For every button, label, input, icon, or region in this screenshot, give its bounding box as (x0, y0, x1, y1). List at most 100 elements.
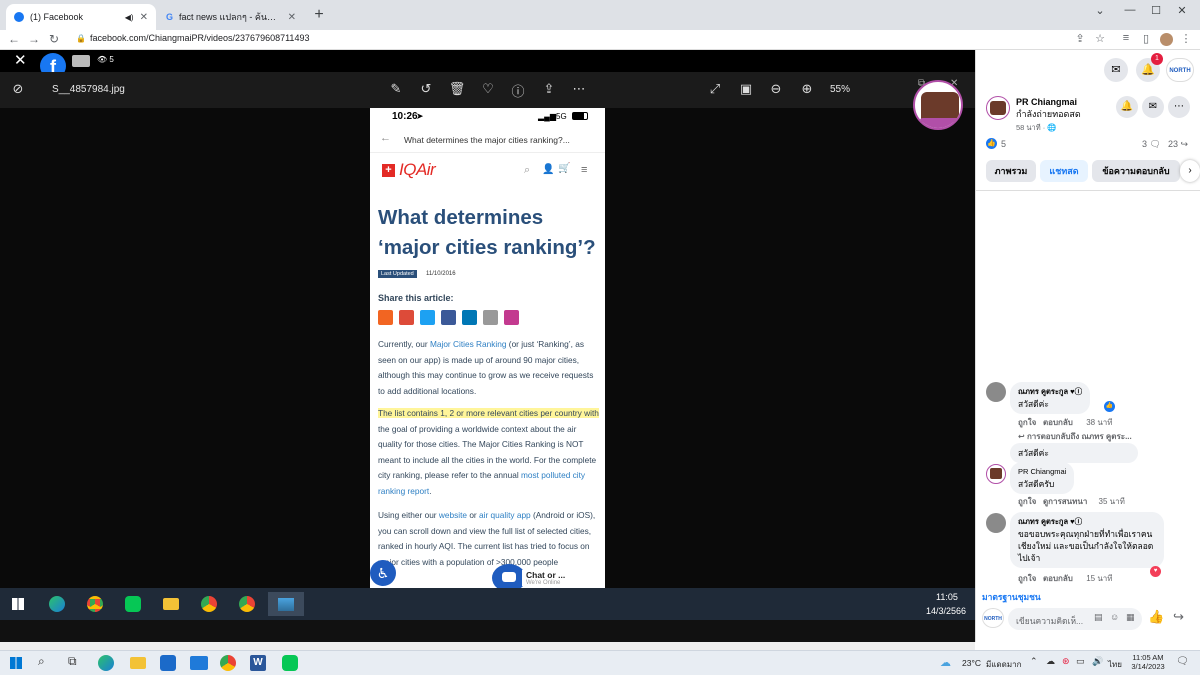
chrome-taskbar-icon[interactable] (220, 655, 236, 671)
emoji-icon[interactable]: ☺ (1110, 612, 1119, 622)
reply-arrow-icon: ↩ (1018, 432, 1025, 441)
reading-list-icon[interactable]: ≡ (1118, 32, 1134, 44)
new-tab-button[interactable]: + (310, 6, 328, 24)
article-paragraph-2: The list contains 1, 2 or more relevant … (378, 408, 599, 496)
close-tab-icon[interactable]: ✕ (140, 12, 148, 23)
network-icon[interactable]: ▭ (1076, 656, 1085, 667)
delete-icon[interactable]: 🗑 (447, 81, 467, 97)
commenter-avatar[interactable] (986, 513, 1006, 533)
messenger-icon[interactable]: ✉ (1104, 58, 1128, 82)
like-button-icon[interactable]: 👍 (1148, 609, 1164, 625)
line-app-icon (120, 592, 146, 616)
word-taskbar-icon[interactable]: W (250, 655, 266, 671)
volume-icon[interactable]: 🔊 (1092, 656, 1103, 667)
gallery-icon[interactable]: ⊘ (8, 81, 28, 97)
close-window-button[interactable]: ✕ (1172, 4, 1192, 17)
reaction-count[interactable]: 5 (1001, 139, 1006, 149)
bookmark-star-icon[interactable]: ☆ (1092, 32, 1108, 45)
share-page-icon[interactable]: ⇪ (1072, 32, 1088, 45)
speaker-icon[interactable]: ◀︎) (125, 13, 134, 22)
url-field[interactable]: 🔒 facebook.com/ChiangmaiPR/videos/2376796… (76, 33, 309, 43)
page-avatar[interactable] (986, 96, 1010, 120)
reload-icon[interactable]: ↻ (46, 32, 62, 46)
edge-taskbar-icon[interactable] (98, 655, 114, 671)
tab-overview[interactable]: ภาพรวม (986, 160, 1036, 182)
share-count[interactable]: 23 ↪ (1168, 139, 1188, 150)
zoom-in-icon[interactable]: ⊕ (797, 81, 817, 97)
commenter-name[interactable]: ณภทร คูตระกูล ♥︎ⓘ (1018, 386, 1082, 398)
comment-bubble: PR Chiangmai สวัสดีครับ (1010, 462, 1075, 494)
inner-taskbar (0, 588, 975, 620)
sidebar-icon[interactable]: ▯ (1138, 32, 1154, 45)
commenter-name[interactable]: PR Chiangmai (1018, 466, 1066, 478)
tab-live-chat[interactable]: แชทสด (1040, 160, 1088, 182)
community-standards-link[interactable]: มาตรฐานชุมชน (982, 590, 1041, 604)
maximize-button[interactable]: ☐ (1146, 4, 1166, 17)
tray-cloud-icon[interactable]: ☁ (1046, 656, 1055, 667)
tab-google[interactable]: G fact news แปลกๆ - ค้นหาด้วย Google ✕ (158, 4, 304, 30)
line-taskbar-icon[interactable] (282, 655, 298, 671)
start-icon[interactable] (10, 657, 22, 669)
zoom-out-icon[interactable]: ⊖ (766, 81, 786, 97)
mail-taskbar-icon[interactable] (190, 656, 208, 670)
tray-chevron-icon[interactable]: ⌃ (1030, 656, 1038, 667)
page-more-icon[interactable]: ⋯ (1168, 96, 1190, 118)
gif-icon[interactable]: ▦ (1126, 612, 1135, 623)
windows-start-icon (5, 592, 31, 616)
weather-text[interactable]: มีแดดมาก (986, 658, 1021, 671)
chat-widget: Chat or ... We're Online (522, 570, 570, 586)
profile-avatar[interactable] (1160, 33, 1173, 46)
tab-replies[interactable]: ข้อความตอบกลับ (1092, 160, 1180, 182)
fit-screen-icon[interactable]: ▣ (736, 81, 756, 97)
page-message-icon[interactable]: ✉ (1142, 96, 1164, 118)
weather-icon[interactable]: ☁ (940, 656, 951, 669)
expand-icon[interactable]: ⤢ (705, 81, 725, 97)
share-arrow-icon: ↪ (1180, 139, 1189, 149)
input-language[interactable]: ไทย (1108, 658, 1122, 671)
search-icon[interactable]: ⌕ (38, 654, 45, 669)
chrome-profile-2-icon (234, 592, 260, 616)
inner-clock-date: 14/3/2566 (926, 606, 967, 616)
share-button-icon[interactable]: ↪ (1173, 609, 1184, 625)
notification-center-icon[interactable]: 🗨 (1176, 656, 1189, 667)
major-cities-ranking-link: Major Cities Ranking (429, 339, 507, 349)
reply-hint[interactable]: ↩ การตอบกลับถึง ณภทร คูตระ... (1018, 430, 1132, 443)
store-taskbar-icon[interactable] (160, 655, 176, 671)
share-icon[interactable]: ⇪ (539, 81, 559, 97)
more-icon[interactable]: ⋯ (569, 81, 589, 97)
page-header-text: PR Chiangmai กำลังถ่ายทอดสด (1016, 97, 1081, 119)
edit-image-icon[interactable]: ✎ (386, 81, 406, 97)
page-name[interactable]: PR Chiangmai (1016, 97, 1077, 107)
account-avatar[interactable]: NORTH (1166, 58, 1194, 82)
comment-bubble: ณภทร คูตระกูล ♥︎ⓘ ขอขอบพระคุณทุกฝ่ายที่ท… (1010, 512, 1164, 568)
comment-input[interactable]: เขียนความคิดเห็... ▤ ☺ ▦ (1008, 608, 1142, 630)
back-icon[interactable]: ← (6, 32, 22, 46)
article-heading-line2: ‘major cities ranking’? (378, 236, 596, 259)
browser-menu-icon[interactable]: ⋮ (1178, 32, 1194, 45)
commenter-name[interactable]: ณภทร คูตระกูล ♥︎ⓘ (1018, 516, 1156, 528)
minimize-button[interactable]: — (1120, 4, 1140, 16)
task-view-icon[interactable]: ⧉ (68, 654, 77, 669)
sticker-icon[interactable]: ▤ (1094, 612, 1103, 623)
photos-app-icon (268, 592, 304, 616)
clock[interactable]: 11:05 AM 3/14/2023 (1128, 653, 1168, 671)
forward-icon[interactable]: → (26, 32, 42, 46)
rotate-icon[interactable]: ↺ (416, 81, 436, 97)
close-viewer-icon[interactable]: ✕ (14, 51, 27, 69)
tab-search-icon[interactable]: ⌄ (1090, 4, 1110, 17)
comment-count[interactable]: 3 🗨 (1142, 139, 1161, 150)
accessibility-icon: ♿ (370, 560, 396, 586)
tabs-next-icon[interactable]: › (1180, 160, 1200, 182)
reply-bubble: สวัสดีค่ะ (1010, 443, 1138, 463)
temperature[interactable]: 23°C (962, 658, 981, 668)
pr-reply-avatar[interactable] (986, 464, 1006, 484)
page-bell-icon[interactable]: 🔔 (1116, 96, 1138, 118)
commenter-avatar[interactable] (986, 382, 1006, 402)
tab-facebook[interactable]: (1) Facebook ◀︎) ✕ (6, 4, 156, 30)
favorite-icon[interactable]: ♡ (478, 81, 498, 97)
info-icon[interactable]: ⓘ (508, 81, 528, 100)
photo-viewer-toolbar: ⊘ S__4857984.jpg ✎ ↺ 🗑 ♡ ⓘ ⇪ ⋯ ⤢ ▣ ⊖ ⊕ 5… (0, 72, 975, 108)
close-tab-icon[interactable]: ✕ (288, 12, 296, 23)
tray-antivirus-icon[interactable]: ⊛ (1062, 656, 1070, 667)
explorer-taskbar-icon[interactable] (130, 657, 146, 669)
